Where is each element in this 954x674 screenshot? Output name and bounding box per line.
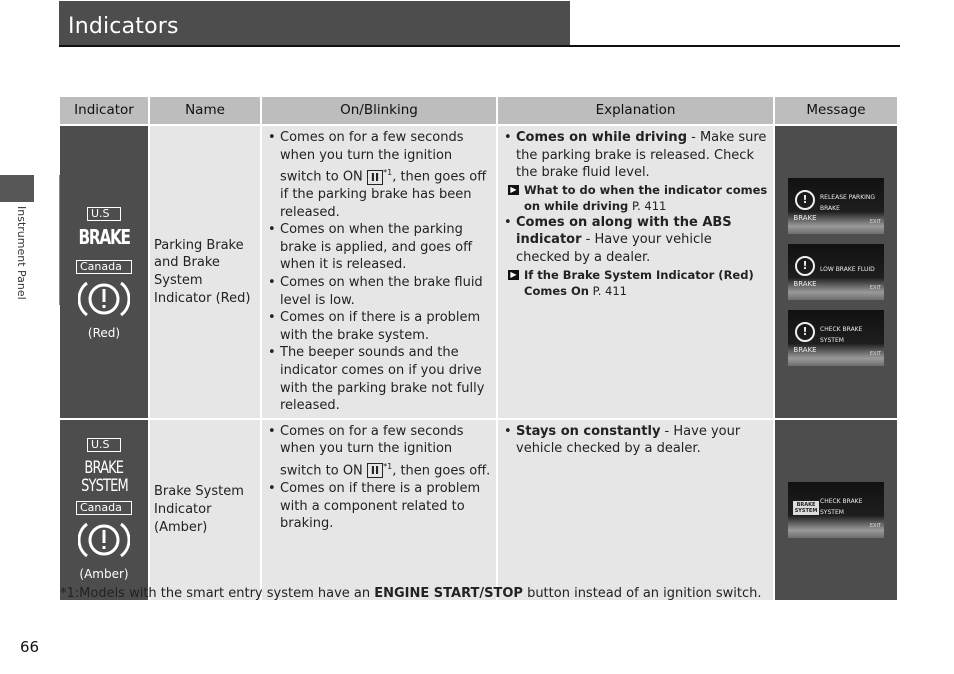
- indicator-name: Parking Brake and Brake System Indicator…: [150, 126, 260, 418]
- message-cell: ! BRAKE RELEASE PARKING BRAKE EXIT ! BRAKE …: [775, 126, 897, 418]
- on-blinking-cell: Comes on for a few seconds when you turn…: [262, 419, 496, 600]
- message-screen: ! BRAKE LOW BRAKE FLUID EXIT: [788, 243, 884, 300]
- indicator-color-note: (Amber): [79, 567, 129, 582]
- on-blinking-cell: Comes on for a few seconds when you turn…: [262, 126, 496, 418]
- region-label-canada: Canada: [76, 500, 132, 515]
- explanation-cell: Stays on constantly - Have your vehicle …: [498, 419, 773, 600]
- title-divider: [59, 45, 900, 47]
- reference-arrow-icon: ▶: [508, 184, 519, 195]
- message-screen: ! BRAKE RELEASE PARKING BRAKE EXIT: [788, 177, 884, 234]
- brake-warning-icon: ! BRAKE: [792, 321, 818, 354]
- table-row: U.S BRAKE SYSTEM Canada (Amber) Brake Sy…: [60, 419, 897, 600]
- message-cell: BRAKE SYSTEM CHECK BRAKE SYSTEM EXIT: [775, 419, 897, 600]
- table-header-row: Indicator Name On/Blinking Explanation M…: [60, 97, 897, 124]
- region-label-us: U.S: [87, 438, 121, 453]
- cross-reference-link[interactable]: ▶ If the Brake System Indicator (Red) Com…: [502, 267, 769, 299]
- page-title: Indicators: [68, 14, 179, 39]
- brake-warning-icon: [60, 279, 148, 325]
- column-header-explanation: Explanation: [498, 97, 773, 124]
- on-blinking-item: Comes on when the parking brake is appli…: [268, 221, 492, 274]
- on-blinking-item: The beeper sounds and the indicator come…: [268, 344, 492, 414]
- section-tab: [0, 175, 34, 202]
- brake-system-badge-icon: BRAKE SYSTEM: [793, 500, 819, 515]
- region-label-canada: Canada: [76, 259, 132, 274]
- message-screen: ! BRAKE CHECK BRAKE SYSTEM EXIT: [788, 309, 884, 366]
- footnote: *1:Models with the smart entry system ha…: [60, 586, 762, 601]
- column-header-on-blinking: On/Blinking: [262, 97, 496, 124]
- on-blinking-item: Comes on if there is a problem with the …: [268, 309, 492, 344]
- brake-warning-icon: ! BRAKE: [792, 189, 818, 222]
- indicator-name: Brake System Indicator (Amber): [150, 419, 260, 600]
- on-blinking-item: Comes on when the brake fluid level is l…: [268, 274, 492, 309]
- on-blinking-item: Comes on for a few seconds when you turn…: [268, 129, 492, 221]
- table-row: U.S BRAKE Canada (Red) Parking Brake and…: [60, 126, 897, 418]
- indicator-color-note: (Red): [87, 325, 121, 340]
- page-number: 66: [20, 638, 40, 656]
- column-header-indicator: Indicator: [60, 97, 148, 124]
- brake-system-text-icon: BRAKE SYSTEM: [80, 457, 129, 497]
- on-blinking-item: Comes on if there is a problem with a co…: [268, 480, 492, 533]
- section-label: Instrument Panel: [15, 206, 28, 300]
- message-screen: BRAKE SYSTEM CHECK BRAKE SYSTEM EXIT: [788, 481, 884, 538]
- footnote-ref: *1: [383, 462, 393, 472]
- on-blinking-item: Comes on for a few seconds when you turn…: [268, 423, 492, 480]
- explanation-item: Stays on constantly - Have your vehicle …: [504, 423, 769, 458]
- indicator-cell: U.S BRAKE SYSTEM Canada (Amber): [60, 419, 148, 600]
- column-header-name: Name: [150, 97, 260, 124]
- explanation-item: Comes on along with the ABS indicator - …: [504, 214, 769, 267]
- reference-arrow-icon: ▶: [508, 269, 519, 280]
- indicator-cell: U.S BRAKE Canada (Red): [60, 126, 148, 418]
- indicators-table: Indicator Name On/Blinking Explanation M…: [58, 95, 899, 602]
- brake-warning-icon: ! BRAKE: [792, 255, 818, 288]
- brake-text-icon: BRAKE: [78, 225, 130, 250]
- ignition-position-icon: II: [366, 463, 384, 479]
- explanation-item: Comes on while driving - Make sure the p…: [504, 129, 769, 182]
- footnote-ref: *1: [383, 168, 393, 178]
- column-header-message: Message: [775, 97, 897, 124]
- region-label-us: U.S: [87, 207, 121, 222]
- ignition-position-icon: II: [366, 169, 384, 185]
- brake-warning-icon: [60, 520, 148, 566]
- explanation-cell: Comes on while driving - Make sure the p…: [498, 126, 773, 418]
- cross-reference-link[interactable]: ▶ What to do when the indicator comes on …: [502, 182, 769, 214]
